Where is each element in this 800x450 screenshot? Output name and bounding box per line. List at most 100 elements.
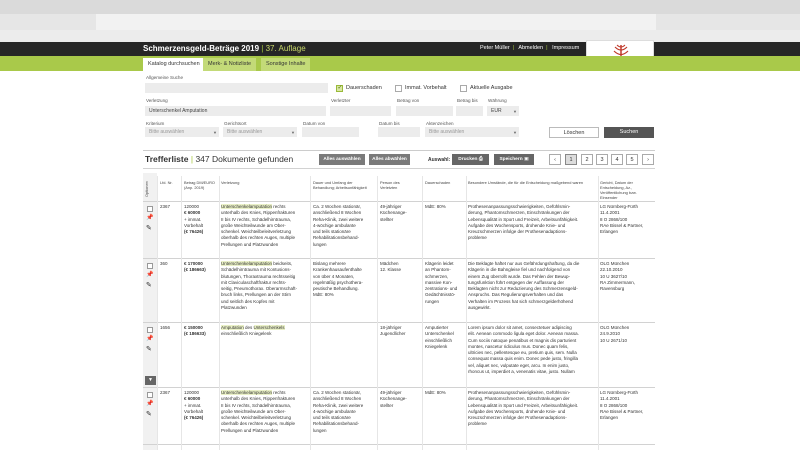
page-5-button[interactable]: 5 [626, 154, 638, 165]
tab-other[interactable]: Sonstige Inhalte [261, 58, 311, 71]
cell-verletzung: Amputation des Unterschenkels einschließl… [221, 325, 309, 338]
header-lfd: Lfd. Nr. [160, 180, 173, 185]
header-verletzung: Verletzung [221, 180, 240, 185]
results-count: 347 Dokumente gefunden [195, 154, 294, 164]
betrag-line: (€ 186633) [184, 331, 206, 337]
col-divider [157, 176, 158, 450]
cell-line: rungen [425, 298, 440, 304]
prev-page-button[interactable]: ‹ [549, 154, 561, 165]
search-button[interactable]: Suchen [604, 127, 654, 138]
edit-icon[interactable]: ✎ [146, 224, 152, 232]
page-3-button[interactable]: 3 [596, 154, 608, 165]
cell-line: einschließlich Kniegelenk [221, 331, 272, 337]
cell-line: Erlangen [600, 229, 619, 235]
checkbox-dauerschaden-label: Dauerschaden [346, 85, 382, 91]
checkbox-dauerschaden[interactable] [336, 84, 343, 92]
page-2-button[interactable]: 2 [581, 154, 593, 165]
clear-button[interactable]: Löschen [549, 127, 599, 138]
betrag-line: (€ 76426) [184, 229, 204, 235]
betrag-line: (€ 186663) [184, 267, 206, 273]
general-search-label: Allgemeine Suche [146, 75, 184, 80]
cell-line: elit. Aenean commodo ligula eget dolor. … [468, 331, 579, 337]
print-button[interactable]: Drucken ⎙ [452, 154, 489, 165]
row-select-checkbox[interactable] [147, 327, 153, 333]
cell-person: 49-jähriger Küchenange-stellter [380, 204, 420, 223]
select-all-button[interactable]: Alles auswählen [319, 154, 365, 165]
injury-highlight: Amputation [221, 325, 244, 330]
edit-icon[interactable]: ✎ [146, 410, 152, 418]
injury-text: des [243, 325, 254, 330]
col-divider [598, 176, 599, 450]
cell-line: probleme [468, 421, 487, 427]
pin-icon[interactable]: 📌 [146, 335, 153, 342]
save-button[interactable]: Speichern ▣ [494, 154, 534, 165]
cell-verletzung: Unterschenkelamputation beidseits, Schäde… [221, 261, 309, 311]
tab-bar [0, 56, 800, 71]
imprint-link[interactable]: Impressum [552, 45, 579, 51]
betrag-von-input[interactable] [396, 106, 453, 116]
gerichtsort-select[interactable]: Bitte auswählen [223, 127, 297, 137]
cell-line: consequat massa quis enim. Donec pede ju… [468, 356, 579, 362]
injury-text: beidseits, [272, 261, 293, 266]
checkbox-aktuelle-ausgabe[interactable] [460, 85, 467, 92]
datum-von-input[interactable] [302, 127, 359, 137]
next-page-button[interactable]: › [642, 154, 654, 165]
cell-line: ausgewirkt. [468, 305, 491, 311]
scroll-down-button[interactable]: ▼ [145, 376, 156, 385]
user-name[interactable]: Peter Müller [480, 45, 510, 51]
cell-umstaende: Lorem ipsum dolor sit amet, consectetuer… [468, 325, 596, 375]
cell-dauerschaden: Amputierter Unterschenkel einschließlich Kn… [425, 325, 465, 350]
pin-icon[interactable]: 📌 [146, 400, 153, 407]
top-chrome-band [0, 0, 800, 14]
kriterium-label: Kriterium [146, 121, 165, 126]
kriterium-select[interactable]: Bitte auswählen [145, 127, 219, 137]
pin-icon[interactable]: 📌 [146, 271, 153, 278]
top-chrome-band [96, 14, 656, 30]
general-search-input[interactable] [145, 83, 328, 93]
cell-line: probleme [468, 235, 487, 241]
deselect-all-button[interactable]: Alles abwählen [369, 154, 410, 165]
chevron-down-icon: ▼ [513, 130, 517, 135]
cell-verletzung: Unterschenkelamputation rechts unterhalb … [221, 204, 309, 248]
header-optionen: Optionen [144, 181, 149, 197]
pin-icon[interactable]: 📌 [146, 214, 153, 221]
cell-line: MdE: 80% [425, 204, 446, 209]
cell-gericht: OLG München 24.9.2010 10 U 2671/10 [600, 325, 655, 344]
verletzung-input[interactable]: Unterschenkel Amputation [145, 106, 326, 116]
cell-line: 10 U 2671/10 [600, 337, 628, 343]
print-button-label: Drucken [458, 157, 478, 162]
table-top-border [143, 168, 655, 169]
cell-line: lungen [313, 427, 327, 433]
gerichtsort-label: Gerichtsort [224, 121, 247, 126]
injury-highlight: Unterschenkels [253, 325, 285, 330]
row-select-checkbox[interactable] [147, 206, 153, 212]
app-title: Schmerzensgeld-Beträge 2019 [143, 44, 260, 53]
header-dauerschaden: Dauerschaden [425, 180, 451, 185]
row-select-checkbox[interactable] [147, 392, 153, 398]
datum-bis-input[interactable] [378, 127, 420, 137]
edit-icon[interactable]: ✎ [146, 345, 152, 353]
aktenzeichen-select[interactable]: Bitte auswählen [425, 127, 519, 137]
chevron-down-icon: ▼ [513, 109, 517, 114]
cell-line: Platzwunden [221, 305, 247, 311]
cell-person: 49-jähriger Küchenange-stellter [380, 390, 420, 409]
tab-notes[interactable]: Merk- & Notizliste [203, 58, 257, 71]
cell-umstaende: Die Beklagte haftet nur aus Gefährdungsh… [468, 261, 596, 311]
top-chrome-band [0, 30, 800, 42]
page-4-button[interactable]: 4 [611, 154, 623, 165]
page-1-button[interactable]: 1 [565, 154, 577, 165]
tab-catalog[interactable]: Katalog durchsuchen [143, 58, 205, 71]
cell-line: Prellungen und Platzwunden [221, 427, 279, 433]
cell-person: 18-jähriger Jugendlicher [380, 325, 420, 338]
edit-icon[interactable]: ✎ [146, 281, 152, 289]
verletzter-input[interactable] [330, 106, 391, 116]
cell-nr: 360 [160, 261, 168, 266]
checkbox-immat-vorbehalt[interactable] [395, 85, 402, 92]
betrag-bis-input[interactable] [456, 106, 483, 116]
cell-person: Mädchen 12. Klasse [380, 261, 420, 274]
row-select-checkbox[interactable] [147, 263, 153, 269]
injury-text: rechts [272, 204, 286, 209]
cell-dauerschaden: Klägerin leidet an Phantom-schmerzen, mass… [425, 261, 465, 305]
logout-link[interactable]: Abmelden [518, 45, 543, 51]
cell-dauerschaden: MdE: 80% [425, 204, 465, 210]
